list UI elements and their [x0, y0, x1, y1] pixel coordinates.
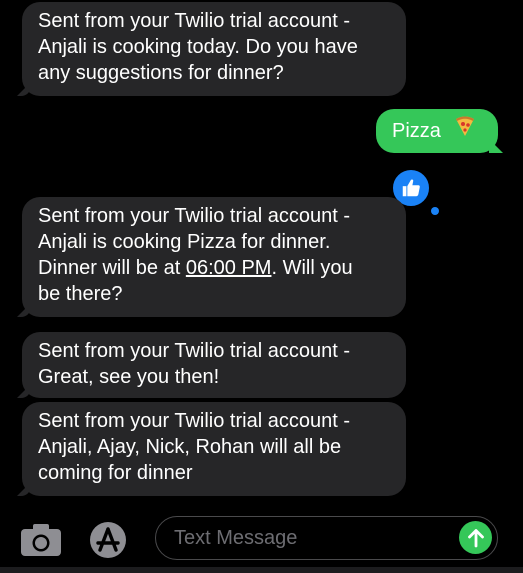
message-line: be there? — [38, 283, 123, 305]
message-line: Sent from your Twilio trial account - — [38, 340, 350, 362]
message-line: Great, see you then! — [38, 366, 220, 388]
incoming-message-bubble[interactable]: Sent from your Twilio trial account - An… — [22, 2, 406, 96]
message-line: Sent from your Twilio trial account - — [38, 205, 350, 227]
message-line: any suggestions for dinner? — [38, 62, 284, 84]
text-message-input[interactable] — [172, 517, 446, 560]
tapback-tail-dot — [431, 207, 439, 215]
message-line: Anjali is cooking today. Do you have — [38, 36, 358, 58]
incoming-message-bubble[interactable]: Sent from your Twilio trial account - Gr… — [22, 332, 406, 398]
camera-button[interactable] — [20, 523, 62, 557]
message-line: Anjali is cooking Pizza for dinner. — [38, 231, 331, 253]
time-link[interactable]: 06:00 PM — [186, 257, 272, 279]
app-store-icon — [90, 522, 126, 558]
thumbs-up-icon — [402, 179, 420, 197]
outgoing-message-bubble[interactable]: Pizza — [376, 109, 498, 153]
message-text: . Will you — [271, 257, 353, 279]
message-line: Dinner will be at 06:00 PM. Will you — [38, 255, 390, 281]
message-input-bar — [0, 506, 523, 573]
message-line: Sent from your Twilio trial account - — [38, 10, 350, 32]
message-line: coming for dinner — [38, 462, 193, 484]
camera-icon — [21, 524, 61, 556]
send-button[interactable] — [459, 521, 492, 554]
message-line: Anjali, Ajay, Nick, Rohan will all be — [38, 436, 342, 458]
send-arrow-up-icon — [467, 528, 484, 547]
message-text: Dinner will be at — [38, 257, 186, 279]
message-line: Sent from your Twilio trial account - — [38, 410, 350, 432]
incoming-message-bubble[interactable]: Sent from your Twilio trial account - An… — [22, 197, 406, 317]
text-message-field[interactable] — [155, 516, 498, 560]
message-text: Pizza — [392, 120, 441, 142]
bottom-bar — [0, 567, 523, 573]
incoming-message-bubble[interactable]: Sent from your Twilio trial account - An… — [22, 402, 406, 496]
app-store-button[interactable] — [88, 520, 128, 560]
pizza-icon — [454, 115, 476, 144]
